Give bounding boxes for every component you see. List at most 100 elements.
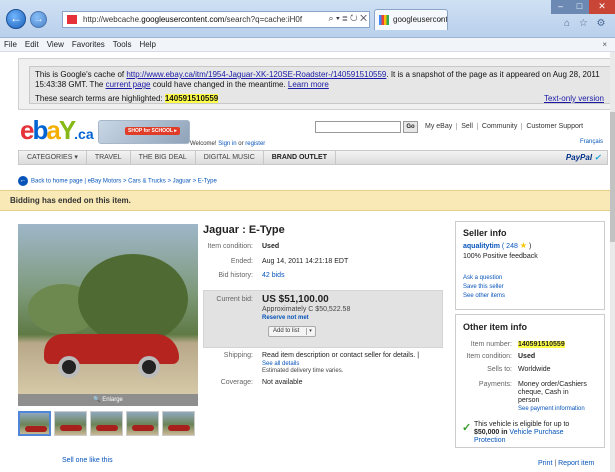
menu-favorites[interactable]: Favorites: [68, 38, 109, 51]
paypal-logo: PayPal ✓: [566, 151, 601, 164]
browser-tools-icons[interactable]: ⌂ ☆ ⚙: [564, 18, 609, 29]
ebay-search-input[interactable]: [315, 121, 401, 133]
back-arrow-icon: ←: [18, 176, 28, 186]
current-page-link[interactable]: current page: [106, 80, 151, 89]
photo-thumbnail[interactable]: [90, 411, 123, 436]
breadcrumb[interactable]: ← Back to home page | eBay Motors > Cars …: [18, 176, 217, 186]
payment-info-link[interactable]: See payment information: [518, 406, 585, 412]
eligible-line-1: This vehicle is eligible for up to: [474, 421, 570, 428]
ask-question-link[interactable]: Ask a question: [463, 275, 502, 281]
payments-line-1: Money order/Cashiers: [518, 381, 587, 388]
digital-music-tab[interactable]: DIGITAL MUSIC: [196, 151, 264, 164]
logo-letter: a: [46, 115, 61, 145]
cache-text: . It is a snapshot of the page as it app…: [386, 70, 600, 79]
travel-tab[interactable]: TRAVEL: [87, 151, 131, 164]
footer-links: Print | Report item: [538, 460, 594, 467]
paypal-check-icon: ✓: [594, 153, 601, 162]
sell-link[interactable]: Sell: [456, 123, 477, 130]
search-terms: These search terms are highlighted: 1405…: [35, 94, 219, 104]
current-bid-label: Current bid:: [216, 296, 253, 303]
browser-titlebar: ← → http://webcache.googleusercontent.co…: [0, 0, 615, 38]
my-ebay-link[interactable]: My eBay: [421, 123, 456, 130]
approx-price: Approximately C $50,522.58: [262, 306, 351, 313]
bid-history-link[interactable]: 42 bids: [262, 272, 285, 279]
positive-feedback: 100% Positive feedback: [463, 253, 538, 260]
tab-close-icon[interactable]: ×: [438, 10, 443, 30]
forward-button[interactable]: →: [30, 11, 47, 28]
menu-file[interactable]: File: [0, 38, 21, 51]
community-link[interactable]: Community: [476, 123, 522, 130]
menu-bar: File Edit View Favorites Tools Help ×: [0, 38, 615, 52]
text-only-link[interactable]: Text-only version: [544, 94, 604, 104]
window-close-button[interactable]: ✕: [589, 0, 615, 14]
promo-label: SHOP for SCHOOL ▸: [125, 127, 180, 135]
item-number-value: 140591510559: [518, 341, 565, 348]
big-deal-tab[interactable]: THE BIG DEAL: [131, 151, 196, 164]
shop-for-school-banner[interactable]: SHOP for SCHOOL ▸: [98, 120, 190, 144]
other-condition-label: Item condition:: [466, 353, 512, 360]
save-seller-link[interactable]: Save this seller: [463, 284, 504, 290]
menu-help[interactable]: Help: [135, 38, 159, 51]
item-number-label: Item number:: [470, 341, 512, 348]
item-photo[interactable]: [18, 224, 198, 394]
address-domain: googleusercontent.com: [141, 15, 225, 24]
photo-thumbnail[interactable]: [54, 411, 87, 436]
payments-line-3: person: [518, 397, 540, 404]
checkmark-icon: ✓: [462, 422, 472, 434]
shipping-value: Read item description or contact seller …: [262, 352, 420, 359]
report-item-link[interactable]: Report item: [558, 460, 594, 467]
photo-thumbnail[interactable]: [126, 411, 159, 436]
maximize-button[interactable]: □: [570, 0, 589, 14]
see-all-details-link[interactable]: See all details: [262, 361, 299, 367]
menu-close-icon[interactable]: ×: [598, 38, 615, 51]
menu-view[interactable]: View: [43, 38, 68, 51]
photo-thumbnail[interactable]: [18, 411, 51, 436]
scrollbar-thumb[interactable]: [610, 112, 615, 242]
sell-one-like-this-link[interactable]: Sell one like this: [62, 457, 113, 464]
print-link[interactable]: Print: [538, 460, 552, 467]
item-title: Jaguar : E-Type: [203, 224, 285, 236]
google-favicon-icon: [379, 15, 389, 25]
see-other-items-link[interactable]: See other items: [463, 293, 505, 299]
address-controls[interactable]: ⌕ ▾ ≣ ↻ ✕: [318, 11, 370, 28]
breadcrumb-text: Back to home page | eBay Motors > Cars &…: [31, 178, 217, 185]
coverage-label: Coverage:: [220, 379, 253, 386]
eligible-amount: $50,000 in: [474, 429, 510, 436]
menu-edit[interactable]: Edit: [21, 38, 43, 51]
photo-thumbnail[interactable]: [162, 411, 195, 436]
photo-tree: [78, 254, 188, 344]
minimize-button[interactable]: –: [551, 0, 570, 14]
payments-label: Payments:: [478, 381, 512, 388]
customer-support-link[interactable]: Customer Support: [521, 123, 588, 130]
ebay-logo[interactable]: ebaY.ca: [20, 115, 94, 145]
seller-name-link[interactable]: aqualitytim: [463, 243, 500, 250]
vertical-scrollbar[interactable]: [610, 52, 615, 472]
back-button[interactable]: ←: [6, 9, 26, 29]
cache-url-link[interactable]: http://www.ebay.ca/itm/1954-Jaguar-XK-12…: [126, 70, 386, 79]
add-to-list-label: Add to list: [273, 328, 300, 334]
register-link[interactable]: register: [245, 141, 265, 147]
menu-tools[interactable]: Tools: [109, 38, 136, 51]
welcome-or: or: [236, 141, 246, 147]
browser-tab[interactable]: googleusercontent.com ×: [374, 9, 448, 30]
cache-banner: This is Google's cache of http://www.eba…: [29, 66, 613, 104]
brand-outlet-tab[interactable]: BRAND OUTLET: [264, 151, 336, 164]
purchase-protection-link[interactable]: Vehicle Purchase: [509, 429, 563, 436]
learn-more-link[interactable]: Learn more: [288, 80, 329, 89]
protection-link[interactable]: Protection: [474, 437, 506, 444]
condition-label: Item condition:: [207, 243, 253, 250]
cache-line-2: 15:43:38 GMT. The current page could hav…: [35, 80, 607, 90]
feedback-count-link[interactable]: ( 248: [502, 243, 518, 250]
welcome-label: Welcome!: [190, 141, 219, 147]
terms-label: These search terms are highlighted:: [35, 94, 165, 103]
categories-menu[interactable]: CATEGORIES ▾: [19, 151, 87, 164]
eligible-line-2: $50,000 in Vehicle Purchase: [474, 429, 564, 436]
item-number-highlight: 140591510559: [518, 341, 565, 348]
search-go-button[interactable]: Go: [403, 121, 418, 133]
sign-in-link[interactable]: Sign in: [218, 141, 236, 147]
francais-link[interactable]: Français: [580, 139, 603, 145]
address-prefix: http://webcache.: [83, 15, 142, 24]
enlarge-button[interactable]: 🔍 Enlarge: [18, 394, 198, 406]
add-to-list-button[interactable]: Add to list ▾: [268, 326, 316, 337]
reserve-status[interactable]: Reserve not met: [262, 315, 309, 321]
